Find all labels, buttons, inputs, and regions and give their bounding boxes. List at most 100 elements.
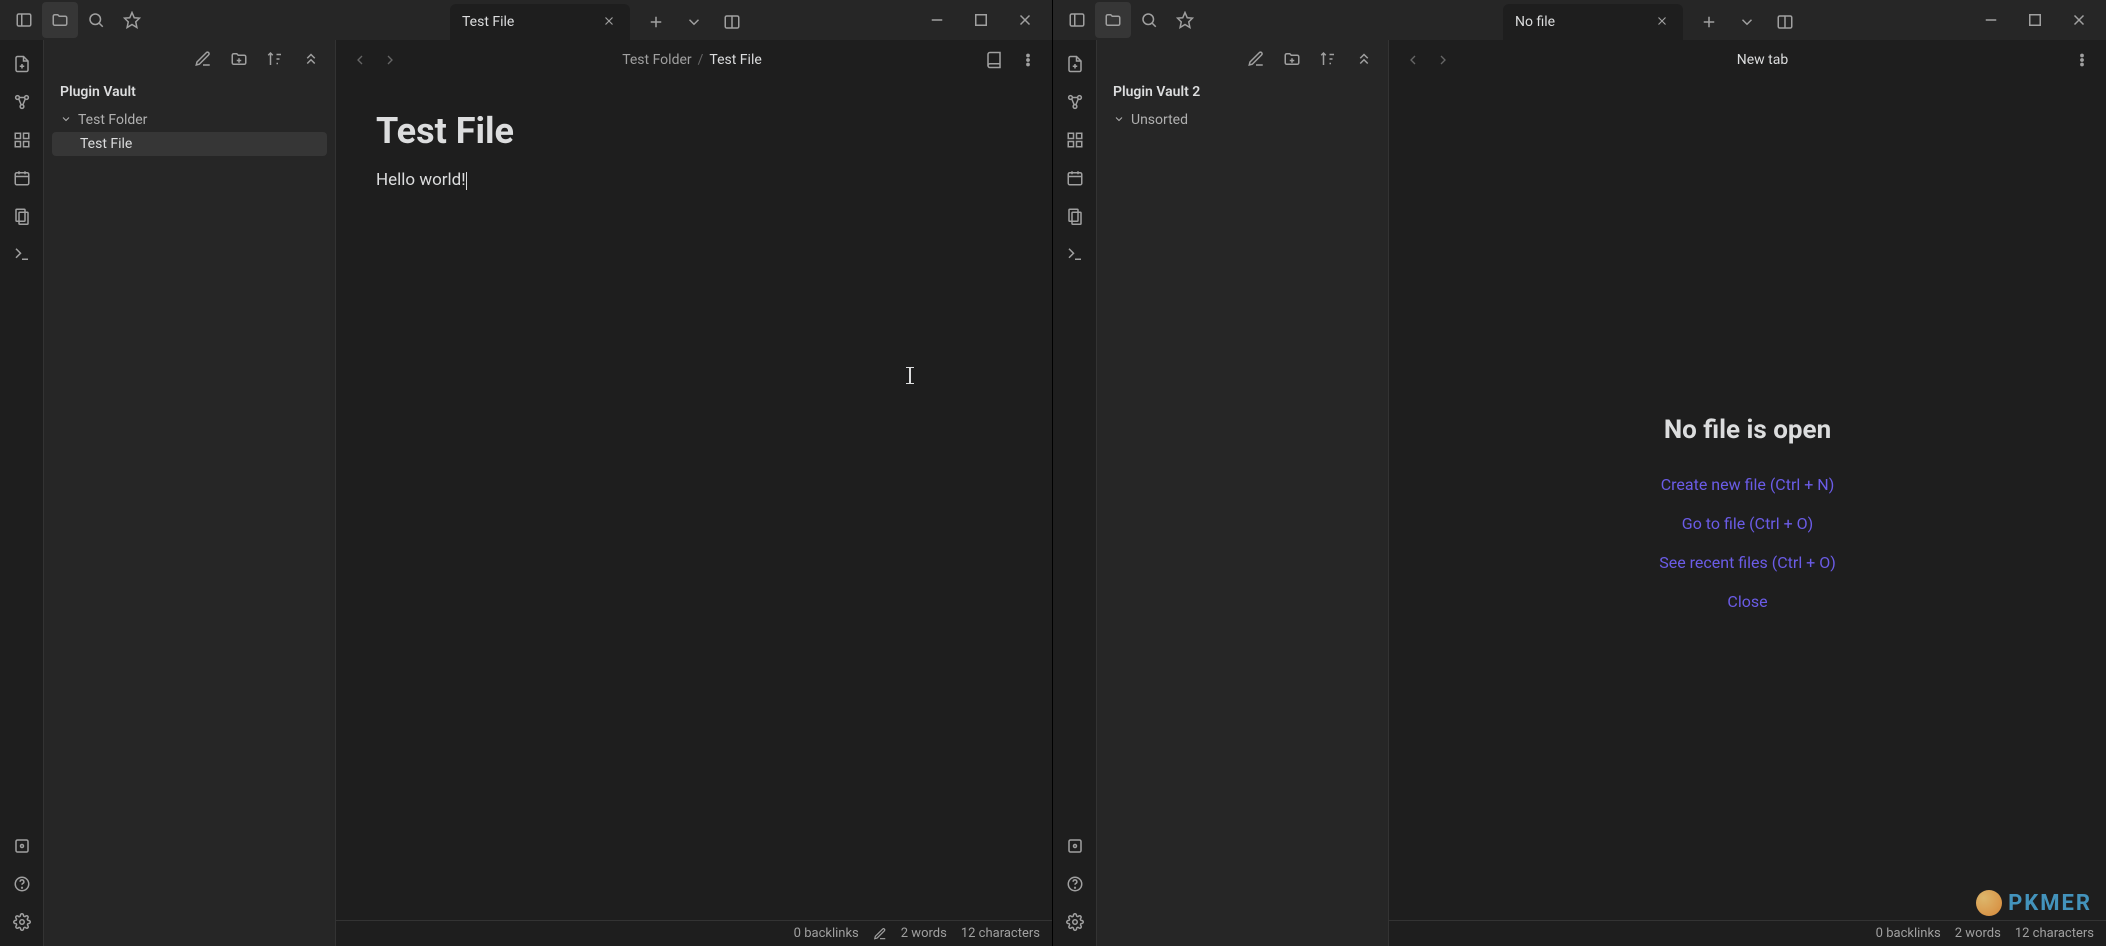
status-words[interactable]: 2 words [1955,926,2001,941]
quick-switcher-icon[interactable] [6,48,38,80]
nav-forward-icon[interactable] [378,48,402,72]
close-icon[interactable] [1655,14,1671,30]
close-icon[interactable] [602,14,618,30]
watermark: PKMER [1976,890,2092,916]
help-icon[interactable] [6,868,38,900]
star-icon[interactable] [1167,2,1203,38]
sidebar-toggle-icon[interactable] [1059,2,1095,38]
status-backlinks[interactable]: 0 backlinks [794,926,859,941]
maximize-icon[interactable] [960,2,1002,38]
minimize-icon[interactable] [916,2,958,38]
edit-mode-icon[interactable] [873,927,887,941]
new-note-icon[interactable] [1242,45,1270,73]
tab-label: No file [1515,14,1555,30]
quick-switcher-icon[interactable] [1059,48,1091,80]
tab-active[interactable]: Test File [450,4,630,40]
note-body[interactable]: Hello world! [376,170,466,190]
minimize-icon[interactable] [1970,2,2012,38]
sort-icon[interactable] [1314,45,1342,73]
tree-folder[interactable]: Test Folder [52,108,327,132]
empty-title: No file is open [1664,415,1831,445]
vault-icon[interactable] [6,830,38,862]
ribbon-right [1053,40,1097,946]
chevron-down-icon [60,113,74,127]
more-icon[interactable] [2070,48,2094,72]
calendar-icon[interactable] [1059,162,1091,194]
command-icon[interactable] [6,238,38,270]
see-recent-files-link[interactable]: See recent files (Ctrl + O) [1659,553,1836,572]
statusbar-left: 0 backlinks 2 words 12 characters [336,920,1052,946]
breadcrumb-file: Test File [709,52,761,68]
new-folder-icon[interactable] [1278,45,1306,73]
search-icon[interactable] [78,2,114,38]
settings-icon[interactable] [1059,906,1091,938]
window-close-icon[interactable] [1004,2,1046,38]
collapse-icon[interactable] [297,45,325,73]
reading-mode-icon[interactable] [982,48,1006,72]
go-to-file-link[interactable]: Go to file (Ctrl + O) [1682,514,1813,533]
vault-name: Plugin Vault 2 [1097,78,1388,106]
sort-icon[interactable] [261,45,289,73]
header-label: New tab [1465,52,2060,68]
vault-name: Plugin Vault [44,78,335,106]
breadcrumb[interactable]: Test Folder / Test File [412,52,972,68]
sidebar-right: Plugin Vault 2 Unsorted [1097,40,1389,946]
editor-pane-left: Test Folder / Test File Test File Hello … [336,40,1052,946]
close-link[interactable]: Close [1727,592,1767,611]
star-icon[interactable] [114,2,150,38]
new-tab-icon[interactable] [1691,4,1727,40]
split-icon[interactable] [1767,4,1803,40]
folder-label: Test Folder [78,112,147,128]
more-icon[interactable] [1016,48,1040,72]
breadcrumb-separator: / [698,52,704,68]
templates-icon[interactable] [6,200,38,232]
create-new-file-link[interactable]: Create new file (Ctrl + N) [1661,475,1835,494]
calendar-icon[interactable] [6,162,38,194]
tab-label: Test File [462,14,514,30]
tree-folder[interactable]: Unsorted [1105,108,1380,132]
graph-icon[interactable] [1059,86,1091,118]
breadcrumb-folder: Test Folder [622,52,691,68]
graph-icon[interactable] [6,86,38,118]
templates-icon[interactable] [1059,200,1091,232]
new-tab-icon[interactable] [638,4,674,40]
file-label: Test File [80,136,132,152]
new-tab-label: New tab [1737,52,1788,68]
tab-active[interactable]: No file [1503,4,1683,40]
split-icon[interactable] [714,4,750,40]
command-icon[interactable] [1059,238,1091,270]
chevron-down-icon[interactable] [676,4,712,40]
ribbon-left [0,40,44,946]
collapse-icon[interactable] [1350,45,1378,73]
settings-icon[interactable] [6,906,38,938]
editor-content[interactable]: Test File Hello world! [336,80,1052,946]
editor-pane-right: New tab No file is open Create new file … [1389,40,2106,946]
folder-icon[interactable] [42,2,78,38]
window-close-icon[interactable] [2058,2,2100,38]
tree-file[interactable]: Test File [52,132,327,156]
nav-back-icon[interactable] [1401,48,1425,72]
help-icon[interactable] [1059,868,1091,900]
status-backlinks[interactable]: 0 backlinks [1876,926,1941,941]
nav-back-icon[interactable] [348,48,372,72]
sidebar-toggle-icon[interactable] [6,2,42,38]
chevron-down-icon[interactable] [1729,4,1765,40]
status-chars[interactable]: 12 characters [961,926,1040,941]
maximize-icon[interactable] [2014,2,2056,38]
nav-forward-icon[interactable] [1431,48,1455,72]
canvas-icon[interactable] [1059,124,1091,156]
statusbar-right: 0 backlinks 2 words 12 characters [1389,920,2106,946]
vault-icon[interactable] [1059,830,1091,862]
new-note-icon[interactable] [189,45,217,73]
titlebar-left: Test File [0,0,1052,40]
canvas-icon[interactable] [6,124,38,156]
new-folder-icon[interactable] [225,45,253,73]
folder-icon[interactable] [1095,2,1131,38]
status-chars[interactable]: 12 characters [2015,926,2094,941]
titlebar-right: No file [1053,0,2106,40]
watermark-logo-icon [1976,890,2002,916]
note-title[interactable]: Test File [376,110,1012,152]
search-icon[interactable] [1131,2,1167,38]
status-words[interactable]: 2 words [901,926,947,941]
sidebar-left: Plugin Vault Test Folder Test File [44,40,336,946]
